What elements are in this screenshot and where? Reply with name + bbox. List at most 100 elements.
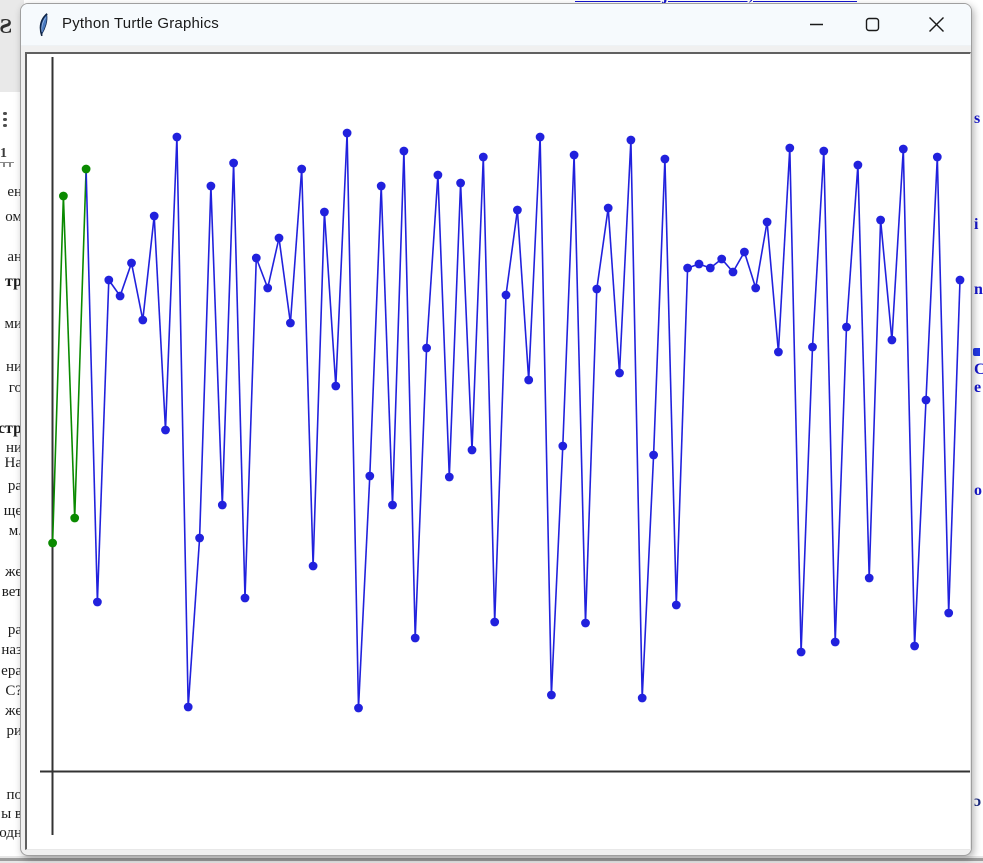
data-point xyxy=(797,648,806,657)
bg-link-fragment: C xyxy=(974,361,983,379)
plot-segment xyxy=(143,216,154,320)
plot-segment xyxy=(120,263,131,296)
plot-segment xyxy=(483,157,494,622)
data-point xyxy=(490,618,499,627)
plot-segment xyxy=(620,140,631,373)
data-point xyxy=(683,264,692,273)
plot-segment xyxy=(438,175,449,477)
data-point xyxy=(706,264,715,273)
plot-segment xyxy=(449,183,460,477)
page-number-fragment: 1 xyxy=(0,146,14,167)
plot-segment xyxy=(665,159,676,605)
data-point xyxy=(377,182,386,191)
plot-segment xyxy=(313,212,324,566)
background-page-right-edge: sinCeoɔ xyxy=(972,0,983,863)
data-point xyxy=(808,343,817,352)
plot-segment xyxy=(892,149,903,340)
data-point xyxy=(672,601,681,610)
plot-segment xyxy=(495,295,506,622)
plot-segment xyxy=(324,212,335,386)
plot-segment xyxy=(767,222,778,352)
plot-segment xyxy=(177,137,188,707)
plot-segment xyxy=(937,157,948,613)
data-point xyxy=(763,218,772,227)
data-point xyxy=(173,133,182,142)
plot-segment xyxy=(926,157,937,400)
data-point xyxy=(422,344,431,353)
data-point xyxy=(581,619,590,628)
plot-segment xyxy=(540,137,551,695)
bg-link-fragment: n xyxy=(974,281,983,299)
plot-segment xyxy=(154,216,165,430)
turtle-plot-svg xyxy=(25,52,971,850)
screen: { "window": { "title": "Python Turtle Gr… xyxy=(0,0,983,863)
data-point xyxy=(184,703,193,712)
plot-segment xyxy=(949,280,960,613)
data-point xyxy=(456,179,465,188)
turtle-canvas xyxy=(25,52,971,850)
data-point xyxy=(400,147,409,156)
data-point xyxy=(150,212,159,221)
plot-segment xyxy=(642,455,653,698)
data-point xyxy=(854,161,863,170)
plot-segment xyxy=(824,151,835,642)
plot-segment xyxy=(188,538,199,707)
plot-segment xyxy=(903,149,914,646)
plot-segment xyxy=(676,268,687,605)
data-point xyxy=(195,534,204,543)
horizontal-rule-fragment xyxy=(0,858,983,861)
data-point xyxy=(241,594,250,603)
plot-segment xyxy=(211,186,222,505)
plot-segment xyxy=(268,238,279,288)
data-point xyxy=(888,336,897,345)
maximize-button[interactable] xyxy=(849,4,895,44)
data-point xyxy=(842,323,851,332)
bg-link-fragment: e xyxy=(974,379,983,397)
plot-segment xyxy=(461,183,472,450)
plot-segment xyxy=(472,157,483,450)
plot-segment xyxy=(393,151,404,505)
plot-segment xyxy=(801,347,812,652)
window-title: Python Turtle Graphics xyxy=(62,15,219,32)
minimize-button[interactable] xyxy=(793,4,839,44)
bg-text-fragment: вет xyxy=(2,583,22,601)
bg-text-fragment: наз xyxy=(1,641,22,659)
data-point xyxy=(479,153,488,162)
bg-link-fragment: i xyxy=(974,216,983,234)
plot-segment xyxy=(574,155,585,623)
data-point xyxy=(899,145,908,154)
data-point xyxy=(229,159,238,168)
plot-segment xyxy=(302,169,313,566)
data-point xyxy=(263,284,272,293)
close-button[interactable] xyxy=(913,4,959,44)
plot-segment xyxy=(370,186,381,476)
data-point xyxy=(388,501,397,510)
data-point xyxy=(218,501,227,510)
data-point xyxy=(297,165,306,174)
link-icon-fragment xyxy=(973,348,980,356)
plot-segment xyxy=(847,165,858,327)
titlebar[interactable]: Python Turtle Graphics xyxy=(21,4,971,46)
background-bottom-edge xyxy=(0,856,983,863)
data-point xyxy=(513,206,522,215)
turtle-graphics-window: Python Turtle Graphics xyxy=(20,3,972,856)
data-point xyxy=(320,208,329,217)
data-point xyxy=(729,268,738,277)
data-point xyxy=(922,396,931,405)
data-point xyxy=(774,348,783,357)
plot-segment xyxy=(86,169,97,602)
data-point xyxy=(627,136,636,145)
data-point xyxy=(751,284,760,293)
plot-segment xyxy=(97,280,108,602)
plot-segment xyxy=(222,163,233,505)
bg-link-fragment: s xyxy=(974,110,983,128)
data-point xyxy=(740,248,749,257)
data-point xyxy=(82,165,91,174)
plot-segment xyxy=(835,327,846,642)
data-point xyxy=(104,276,113,285)
data-point xyxy=(48,539,57,548)
kebab-menu-icon[interactable] xyxy=(3,109,7,130)
plot-segment xyxy=(915,400,926,646)
plot-segment xyxy=(290,169,301,323)
data-point xyxy=(570,151,579,160)
